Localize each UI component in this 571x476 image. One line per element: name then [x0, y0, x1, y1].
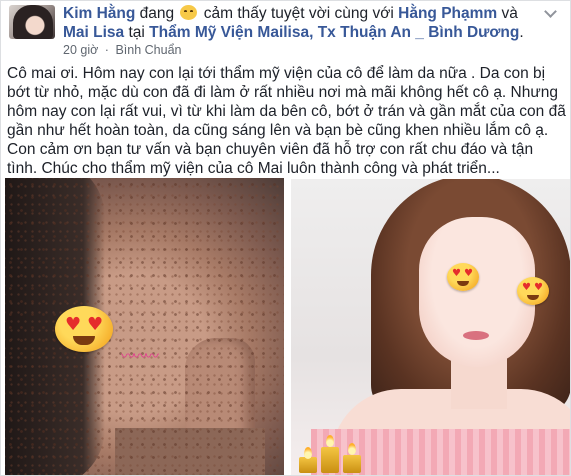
and-text: và: [501, 5, 518, 22]
author-name[interactable]: Kim Hằng: [63, 5, 135, 22]
photo-grid: 〰〰〰 ♥ ♥ ♥ ♥ ♥ ♥: [5, 178, 570, 475]
at-text: tại: [128, 24, 145, 41]
heart-eyes-emoji-icon: ♥ ♥: [447, 263, 479, 291]
with-text: cùng với: [334, 5, 394, 22]
feeling-text: cảm thấy tuyệt vời: [203, 5, 331, 22]
chevron-down-icon[interactable]: [543, 5, 557, 18]
grinning-face-icon: [180, 5, 198, 20]
heart-eyes-emoji-icon: ♥ ♥: [517, 277, 549, 305]
facebook-post: Kim Hằng đang cảm thấy tuyệt vời cùng vớ…: [0, 0, 571, 476]
post-header: Kim Hằng đang cảm thấy tuyệt vời cùng vớ…: [63, 5, 524, 41]
photo-after[interactable]: ♥ ♥ ♥ ♥: [290, 179, 570, 475]
separator-dot: ·: [104, 43, 109, 57]
post-time[interactable]: 20 giờ: [63, 43, 98, 57]
verb-text: đang: [139, 5, 175, 22]
post-body: Cô mai ơi. Hôm nay con lại tới thẩm mỹ v…: [7, 65, 566, 177]
tagged-user-1[interactable]: Hằng Phạmm: [398, 5, 497, 22]
photo-before[interactable]: 〰〰〰 ♥ ♥: [5, 178, 284, 475]
candles-icon: [299, 433, 363, 473]
tagged-user-2[interactable]: Mai Lisa: [63, 24, 124, 41]
location-link[interactable]: Thẩm Mỹ Viện Mailisa, Tx Thuận An _ Bình…: [149, 24, 519, 41]
eyelash-icon: 〰〰〰: [121, 349, 159, 365]
heart-eyes-emoji-icon: ♥ ♥: [55, 306, 113, 352]
avatar[interactable]: [9, 5, 55, 39]
post-meta: 20 giờ · Bình Chuẩn: [63, 43, 181, 57]
post-place[interactable]: Bình Chuẩn: [115, 43, 181, 57]
